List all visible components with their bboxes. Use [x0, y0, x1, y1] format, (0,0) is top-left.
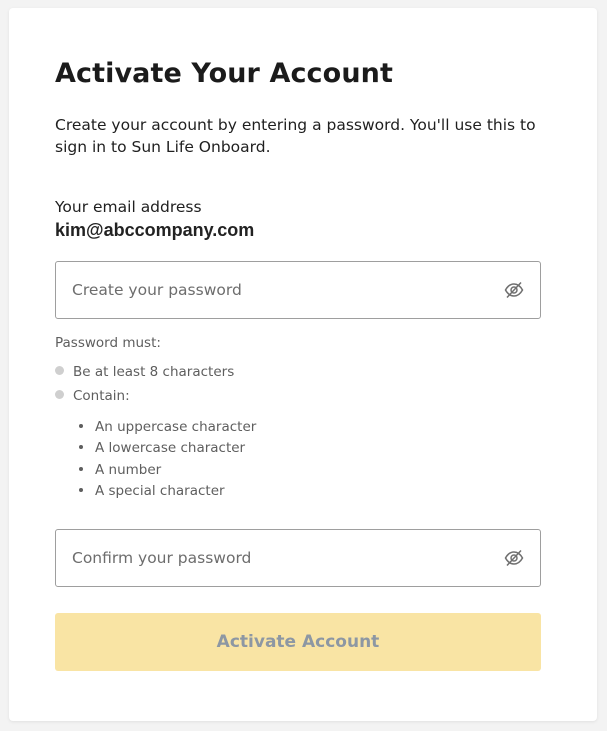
contain-requirements-list: An uppercase character A lowercase chara…	[79, 417, 256, 502]
page-description: Create your account by entering a passwo…	[55, 116, 536, 156]
requirement-label: Contain:	[73, 388, 130, 404]
requirement-length: Be at least 8 characters	[55, 364, 234, 380]
requirement-status-dot	[55, 390, 64, 399]
eye-slash-icon[interactable]	[504, 281, 524, 299]
confirm-password-input[interactable]	[72, 530, 482, 586]
requirement-label: Be at least 8 characters	[73, 364, 235, 380]
email-value: kim@abccompany.com	[55, 220, 255, 240]
activation-card: Activate Your Account Create your accoun…	[9, 8, 597, 721]
page-title: Activate Your Account	[55, 58, 393, 89]
password-requirements-title: Password must:	[55, 335, 161, 351]
email-label: Your email address	[55, 198, 202, 216]
requirement-contain: Contain:	[55, 388, 130, 404]
list-item: A special character	[79, 481, 256, 502]
create-password-input[interactable]	[72, 262, 482, 318]
confirm-password-field	[55, 529, 541, 587]
list-item: A lowercase character	[79, 438, 256, 459]
list-item: A number	[79, 460, 256, 481]
activate-account-button[interactable]: Activate Account	[55, 613, 541, 671]
list-item: An uppercase character	[79, 417, 256, 438]
requirement-status-dot	[55, 366, 64, 375]
create-password-field	[55, 261, 541, 319]
eye-slash-icon[interactable]	[504, 549, 524, 567]
